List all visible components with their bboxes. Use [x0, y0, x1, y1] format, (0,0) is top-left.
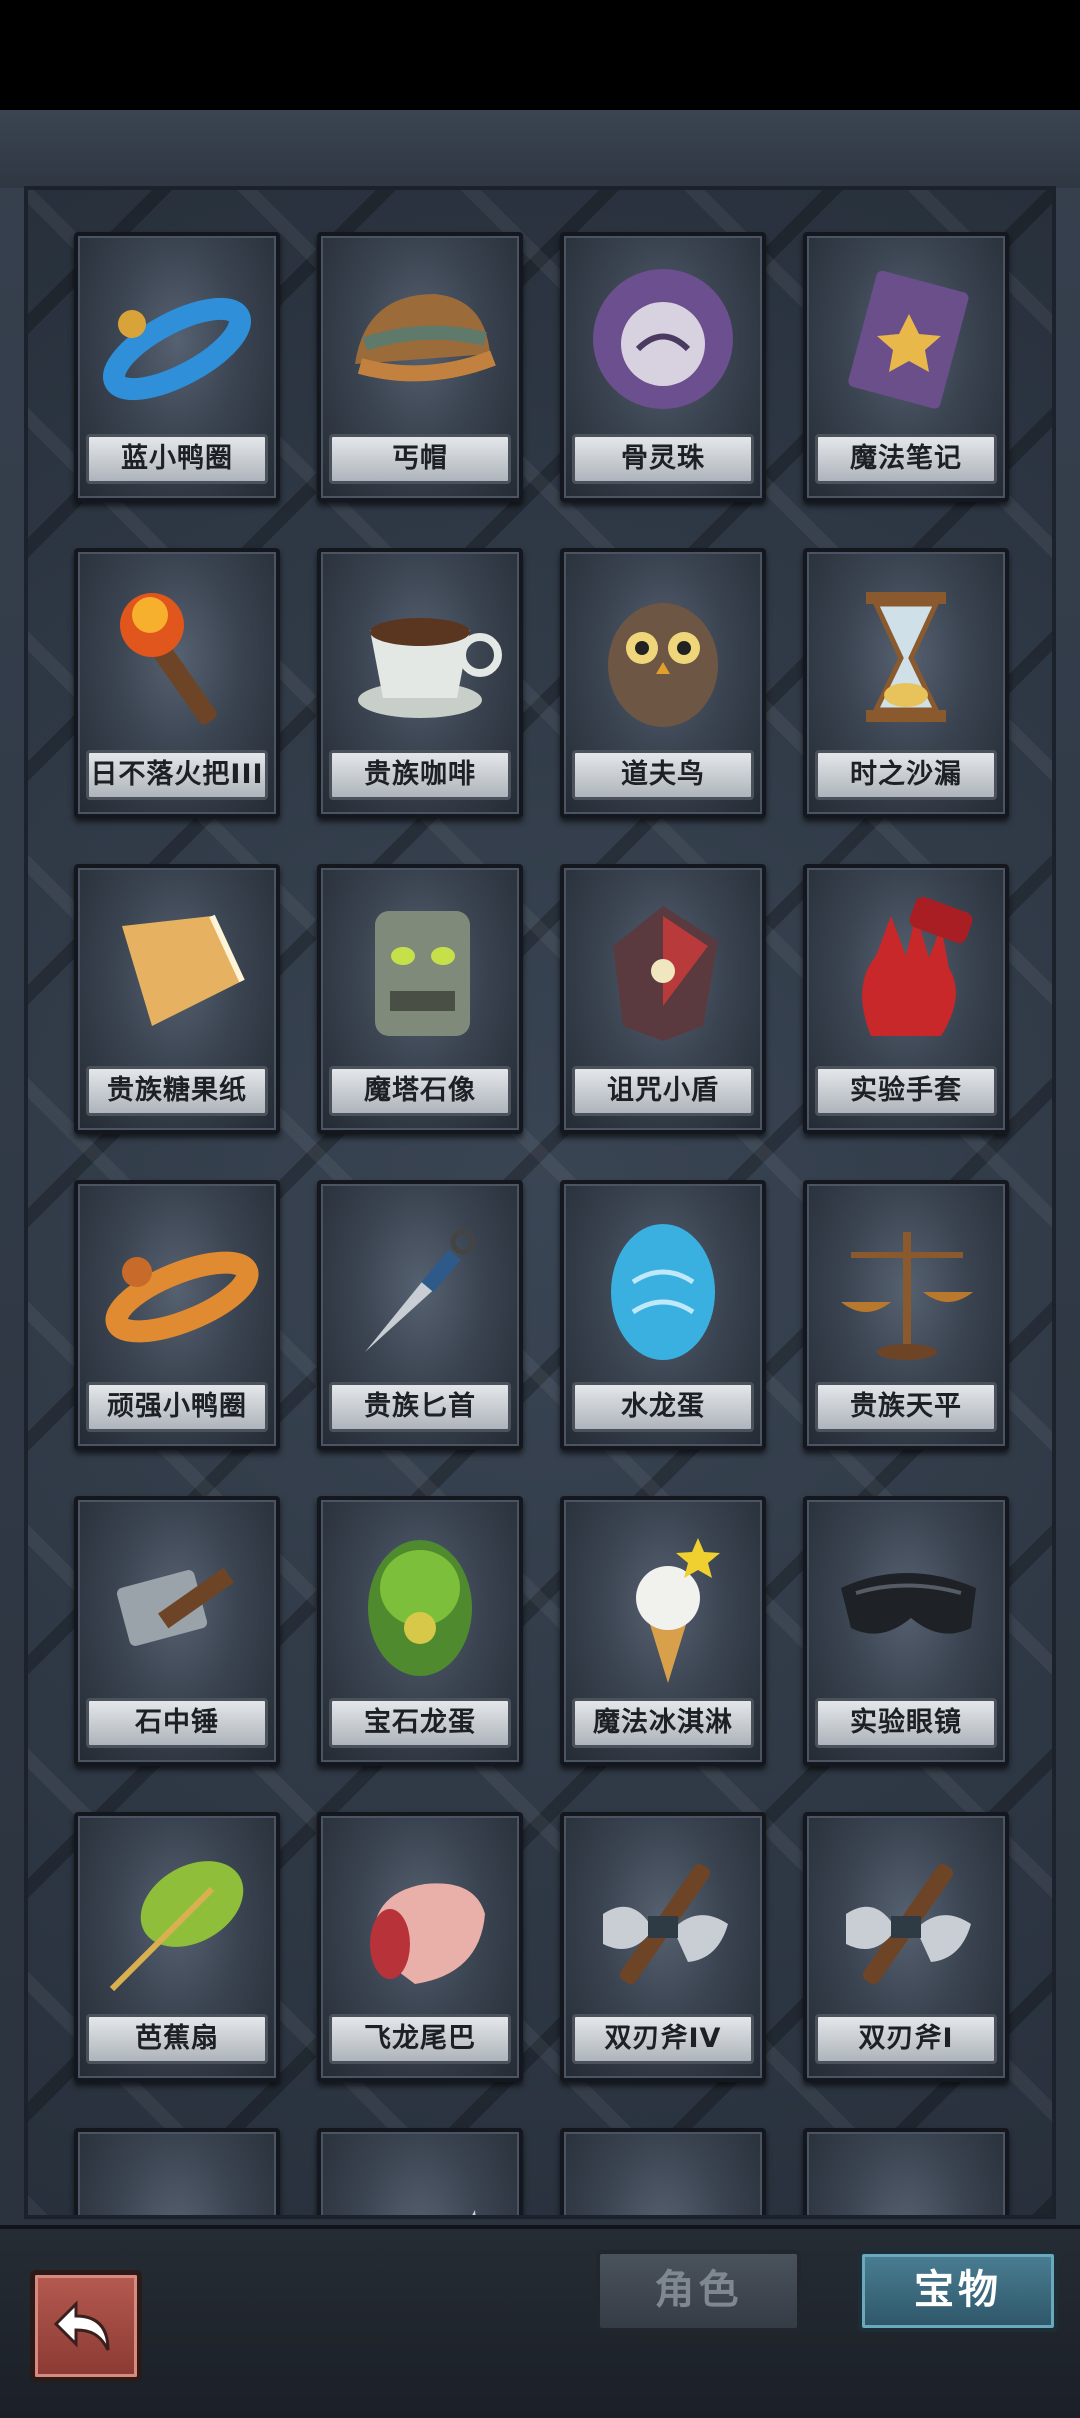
stone-statue-icon [335, 886, 505, 1056]
candy-wrapper-icon [92, 886, 262, 1056]
treasure-card[interactable]: 日不落火把III [74, 548, 280, 818]
treasure-card[interactable]: 丐帽 [317, 232, 523, 502]
blue-duck-ring-icon [92, 254, 262, 424]
tab-role[interactable]: 角色 [596, 2250, 801, 2332]
treasure-name-label: 时之沙漏 [815, 750, 997, 800]
leaf-fan-icon [92, 1834, 262, 2004]
beggar-hat-icon [335, 254, 505, 424]
treasure-card[interactable] [560, 2128, 766, 2215]
treasure-card[interactable]: 时之沙漏 [803, 548, 1009, 818]
treasure-card[interactable]: 蓝小鸭圈 [74, 232, 280, 502]
treasure-name-label: 蓝小鸭圈 [86, 434, 268, 484]
treasure-card[interactable]: 诅咒小盾 [560, 864, 766, 1134]
treasure-name-label: 水龙蛋 [572, 1382, 754, 1432]
coffee-cup-icon [335, 570, 505, 740]
treasure-card[interactable]: 双刃斧IV [560, 1812, 766, 2082]
back-button[interactable] [30, 2270, 142, 2382]
treasure-name-label: 贵族咖啡 [329, 750, 511, 800]
treasure-name-label: 宝石龙蛋 [329, 1698, 511, 1748]
frame-top-edge [0, 110, 1080, 188]
dragon-tail-icon [335, 1834, 505, 2004]
treasure-name-label: 道夫鸟 [572, 750, 754, 800]
status-bar-area [0, 0, 1080, 110]
treasure-card[interactable] [803, 2128, 1009, 2215]
treasure-name-label: 贵族天平 [815, 1382, 997, 1432]
orange-duck-ring-icon [92, 1202, 262, 1372]
treasure-card[interactable]: 双刃斧I [803, 1812, 1009, 2082]
crystal-ball-icon [92, 2150, 262, 2215]
tab-treasure[interactable]: 宝物 [858, 2250, 1058, 2332]
treasure-name-label: 魔法笔记 [815, 434, 997, 484]
treasure-card[interactable] [317, 2128, 523, 2215]
treasure-card[interactable] [74, 2128, 280, 2215]
golden-club-icon [578, 2150, 748, 2215]
treasure-card[interactable]: 骨灵珠 [560, 232, 766, 502]
treasure-card[interactable]: 贵族糖果纸 [74, 864, 280, 1134]
treasure-name-label: 芭蕉扇 [86, 2014, 268, 2064]
treasure-name-label: 石中锤 [86, 1698, 268, 1748]
gem-dragon-egg-icon [335, 1518, 505, 1688]
torch-icon [92, 570, 262, 740]
treasure-card[interactable]: 魔法笔记 [803, 232, 1009, 502]
treasure-name-label: 实验手套 [815, 1066, 997, 1116]
treasure-card[interactable]: 贵族天平 [803, 1180, 1009, 1450]
cursed-shield-icon [578, 886, 748, 1056]
treasure-name-label: 骨灵珠 [572, 434, 754, 484]
treasure-card[interactable]: 贵族匕首 [317, 1180, 523, 1450]
treasure-name-label: 贵族糖果纸 [86, 1066, 268, 1116]
treasure-name-label: 魔法冰淇淋 [572, 1698, 754, 1748]
treasure-card[interactable]: 飞龙尾巴 [317, 1812, 523, 2082]
owl-icon [578, 570, 748, 740]
bone-spirit-orb-icon [578, 254, 748, 424]
treasure-card[interactable]: 宝石龙蛋 [317, 1496, 523, 1766]
hourglass-icon [821, 570, 991, 740]
treasure-name-label: 魔塔石像 [329, 1066, 511, 1116]
water-dragon-egg-icon [578, 1202, 748, 1372]
treasure-name-label: 丐帽 [329, 434, 511, 484]
balance-scale-icon [821, 1202, 991, 1372]
dagger-icon [335, 1202, 505, 1372]
treasure-name-label: 实验眼镜 [815, 1698, 997, 1748]
treasure-card[interactable]: 水龙蛋 [560, 1180, 766, 1450]
blade-icon [335, 2150, 505, 2215]
treasure-name-label: 诅咒小盾 [572, 1066, 754, 1116]
treasure-collection-panel[interactable]: 蓝小鸭圈 丐帽 骨灵珠 魔法笔记日不落火把III 贵族咖啡 道夫鸟 时之沙漏贵族糖果纸 魔塔石… [24, 186, 1056, 2219]
treasure-card[interactable]: 石中锤 [74, 1496, 280, 1766]
treasure-name-label: 贵族匕首 [329, 1382, 511, 1432]
treasure-name-label: 双刃斧I [815, 2014, 997, 2064]
back-arrow-icon [53, 2300, 110, 2351]
treasure-card[interactable]: 贵族咖啡 [317, 548, 523, 818]
magic-notebook-icon [821, 254, 991, 424]
treasure-card[interactable]: 顽强小鸭圈 [74, 1180, 280, 1450]
meat-bone-icon [821, 2150, 991, 2215]
red-glove-icon [821, 886, 991, 1056]
treasure-card[interactable]: 实验眼镜 [803, 1496, 1009, 1766]
treasure-name-label: 双刃斧IV [572, 2014, 754, 2064]
double-axe-icon [578, 1834, 748, 2004]
treasure-card[interactable]: 实验手套 [803, 864, 1009, 1134]
treasure-name-label: 顽强小鸭圈 [86, 1382, 268, 1432]
ice-cream-icon [578, 1518, 748, 1688]
treasure-card[interactable]: 芭蕉扇 [74, 1812, 280, 2082]
double-axe-icon [821, 1834, 991, 2004]
treasure-name-label: 飞龙尾巴 [329, 2014, 511, 2064]
hammer-icon [92, 1518, 262, 1688]
treasure-card[interactable]: 魔塔石像 [317, 864, 523, 1134]
treasure-card[interactable]: 魔法冰淇淋 [560, 1496, 766, 1766]
treasure-name-label: 日不落火把III [86, 750, 268, 800]
goggles-icon [821, 1518, 991, 1688]
treasure-card[interactable]: 道夫鸟 [560, 548, 766, 818]
